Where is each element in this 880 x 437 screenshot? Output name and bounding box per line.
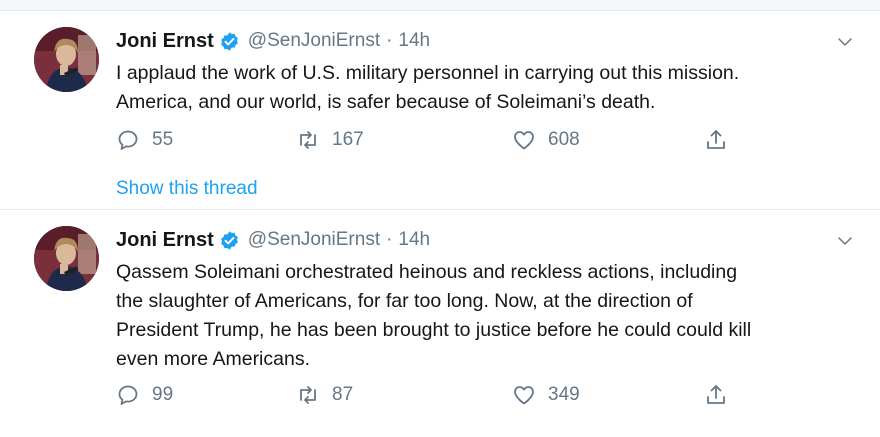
display-name[interactable]: Joni Ernst — [116, 229, 214, 252]
tweet-header: Joni Ernst @SenJoniErnst · 14h — [116, 226, 430, 254]
header-separator: · — [386, 30, 393, 51]
verified-badge-icon — [219, 230, 240, 251]
retweet-count: 87 — [332, 384, 354, 405]
reply-button[interactable]: 99 — [116, 380, 173, 410]
reply-count: 55 — [152, 129, 174, 150]
user-handle[interactable]: @SenJoniErnst — [248, 229, 380, 251]
reply-bubble-icon — [118, 385, 138, 405]
tweet-header: Joni Ernst @SenJoniErnst · 14h — [116, 27, 430, 55]
avatar-image — [34, 27, 99, 92]
heart-icon — [514, 386, 534, 405]
retweet-button[interactable]: 87 — [296, 380, 353, 410]
verified-badge-icon — [219, 31, 240, 52]
avatar[interactable] — [34, 27, 99, 92]
tweet-text-line: I applaud the work of U.S. military pers… — [116, 62, 740, 84]
tweet-text: I applaud the work of U.S. military pers… — [116, 59, 846, 117]
tweet-text-line: America, and our world, is safer because… — [116, 91, 656, 113]
reply-count: 99 — [152, 384, 174, 405]
tweet-text-line: the slaughter of Americans, for far too … — [116, 290, 693, 312]
retweet-icon — [300, 131, 316, 149]
like-button[interactable]: 608 — [512, 125, 580, 155]
tweet-actions: 99 87 349 — [116, 380, 736, 410]
timestamp[interactable]: 14h — [398, 229, 430, 251]
user-handle[interactable]: @SenJoniErnst — [248, 30, 380, 52]
chevron-down-icon[interactable] — [836, 232, 854, 250]
header-separator: · — [386, 229, 393, 250]
timeline-feed: Joni Ernst @SenJoniErnst · 14h I applaud… — [0, 0, 880, 437]
retweet-count: 167 — [332, 129, 364, 150]
tweet-text-line: even more Americans. — [116, 348, 311, 370]
share-icon — [707, 130, 725, 149]
retweet-button[interactable]: 167 — [296, 125, 364, 155]
chevron-down-icon[interactable] — [836, 33, 854, 51]
reply-bubble-icon — [118, 130, 138, 150]
like-count: 349 — [548, 384, 580, 405]
show-thread-link[interactable]: Show this thread — [116, 178, 258, 200]
tweet-text: Qassem Soleimani orchestrated heinous an… — [116, 258, 846, 374]
avatar-image — [34, 226, 99, 291]
tweet-text-line: President Trump, he has been brought to … — [116, 319, 752, 341]
avatar[interactable] — [34, 226, 99, 291]
heart-icon — [514, 131, 534, 150]
retweet-icon — [300, 386, 316, 404]
timestamp[interactable]: 14h — [398, 30, 430, 52]
share-icon — [707, 385, 725, 404]
tweet-actions: 55 167 608 — [116, 125, 736, 155]
like-count: 608 — [548, 129, 580, 150]
tweet-text-line: Qassem Soleimani orchestrated heinous an… — [116, 261, 738, 283]
reply-button[interactable]: 55 — [116, 125, 173, 155]
share-button[interactable] — [704, 125, 728, 155]
tweet-card[interactable]: Joni Ernst @SenJoniErnst · 14h I applaud… — [0, 11, 880, 210]
display-name[interactable]: Joni Ernst — [116, 30, 214, 53]
previous-tweet-edge — [0, 0, 880, 11]
share-button[interactable] — [704, 380, 728, 410]
tweet-card[interactable]: Joni Ernst @SenJoniErnst · 14h Qassem So… — [0, 210, 880, 437]
like-button[interactable]: 349 — [512, 380, 580, 410]
